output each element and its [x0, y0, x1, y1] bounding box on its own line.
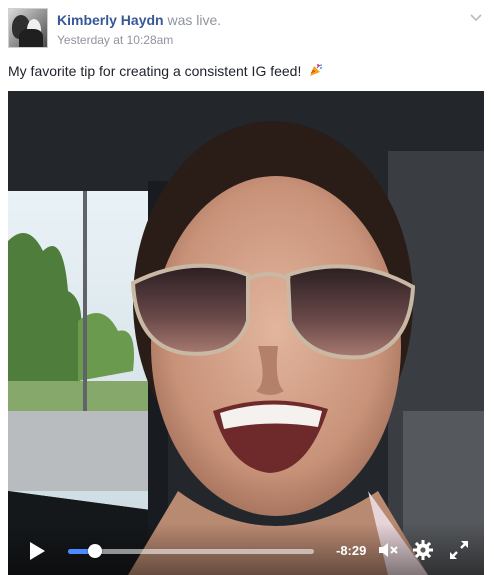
chevron-down-icon[interactable]	[468, 10, 484, 26]
gear-icon[interactable]	[412, 539, 434, 561]
post-header-line: Kimberly Haydn was live.	[57, 12, 221, 28]
play-icon[interactable]	[28, 541, 46, 561]
facebook-post: Kimberly Haydn was live. Yesterday at 10…	[0, 0, 494, 575]
video-progress-bar[interactable]	[68, 544, 314, 558]
video-controls-bar: -8:29	[8, 523, 484, 575]
fullscreen-icon[interactable]	[448, 539, 470, 561]
post-timestamp[interactable]: Yesterday at 10:28am	[57, 33, 173, 47]
caption-text: My favorite tip for creating a consisten…	[8, 63, 302, 79]
volume-muted-icon[interactable]	[378, 540, 400, 560]
author-name-link[interactable]: Kimberly Haydn	[57, 12, 164, 28]
video-frame	[8, 91, 484, 575]
time-remaining: -8:29	[336, 543, 367, 558]
live-video-player[interactable]: -8:29	[8, 91, 484, 575]
video-scrubber-handle[interactable]	[88, 544, 103, 558]
activity-text: was live.	[167, 12, 222, 28]
author-avatar[interactable]	[8, 8, 48, 48]
post-caption: My favorite tip for creating a consisten…	[8, 62, 324, 79]
party-popper-icon	[310, 64, 323, 76]
